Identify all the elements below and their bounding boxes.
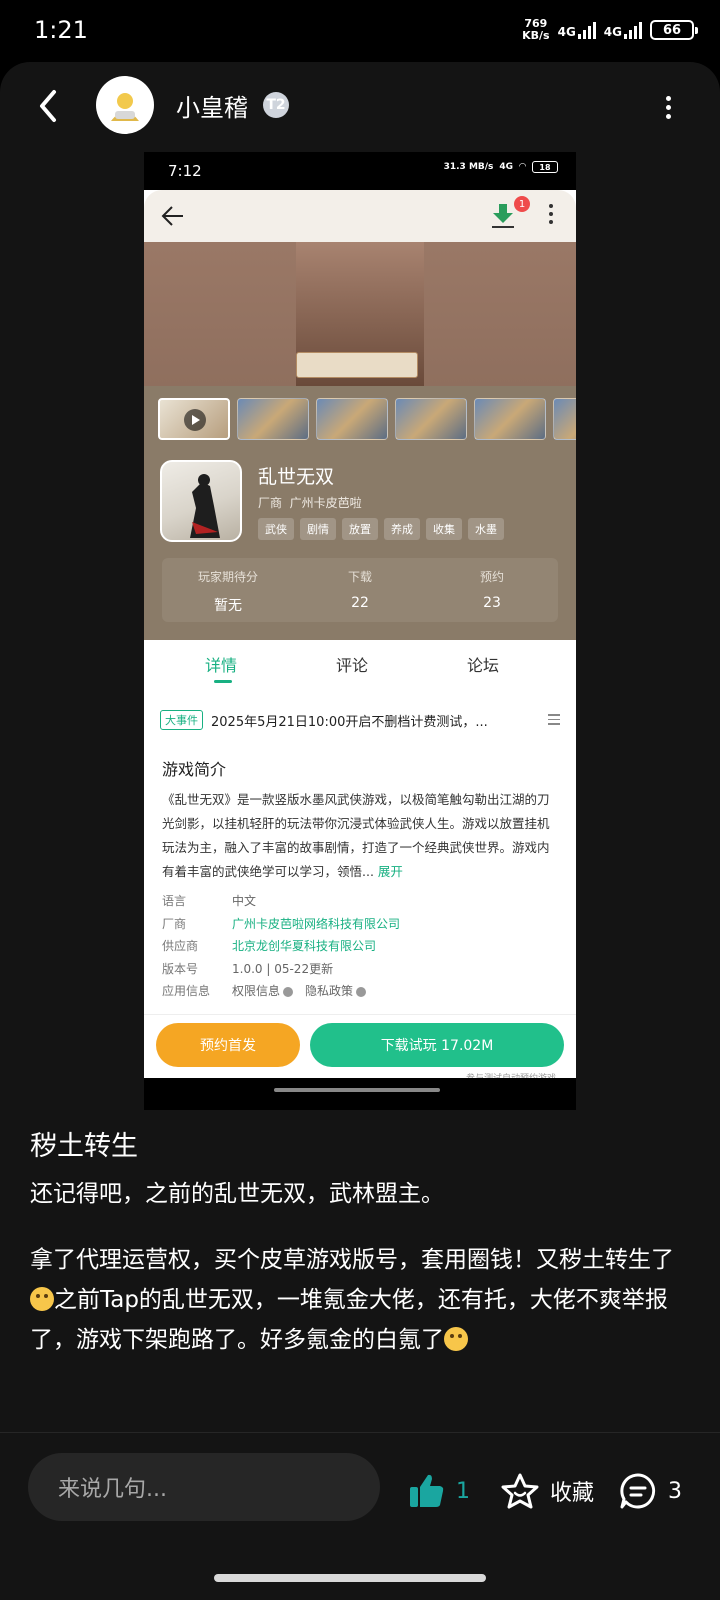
download-icon bbox=[492, 204, 514, 228]
stat-reservations: 预约 23 bbox=[479, 570, 504, 611]
detail-tabs: 详情 评论 论坛 bbox=[144, 640, 576, 690]
tag: 养成 bbox=[384, 518, 420, 540]
game-icon bbox=[160, 460, 242, 542]
wifi-icon: ◠ bbox=[519, 162, 526, 172]
image-app-body: 1 乱世无双 厂商 广州卡皮芭啦 武侠 剧情 放置 养成 收集 水墨 玩家期待分… bbox=[144, 190, 576, 1110]
thumbs-up-icon bbox=[410, 1474, 444, 1507]
post-title: 秽土转生 bbox=[30, 1131, 138, 1162]
game-hero: 乱世无双 厂商 广州卡皮芭啦 武侠 剧情 放置 养成 收集 水墨 玩家期待分 暂… bbox=[144, 386, 576, 640]
status-indicators: 769 KB/s 4G 4G 66 bbox=[522, 17, 698, 42]
image-status-bar: 7:12 31.3 MB/s 4G ◠ 18 bbox=[144, 152, 576, 190]
signal-1: 4G bbox=[558, 21, 596, 39]
chevron-right-icon bbox=[283, 986, 294, 997]
like-count: 1 bbox=[456, 1478, 470, 1504]
banner-dialog-graphic bbox=[296, 352, 418, 378]
tag: 放置 bbox=[342, 518, 378, 540]
comment-bubble-icon bbox=[620, 1473, 656, 1509]
level-badge: T2 bbox=[263, 92, 289, 118]
favorite-button[interactable]: 收藏 bbox=[500, 1471, 594, 1511]
event-banner: 大事件 2025年5月21日10:00开启不删档计费测试，... bbox=[160, 708, 560, 732]
tab-reviews: 评论 bbox=[336, 656, 369, 675]
event-tag: 大事件 bbox=[160, 710, 203, 730]
signal-bars-icon bbox=[577, 21, 596, 39]
intro-title: 游戏简介 bbox=[162, 760, 227, 779]
info-row: 语言 中文 bbox=[162, 894, 257, 908]
intro-text: 《乱世无双》是一款竖版水墨风武侠游戏，以极简笔触勾勒出江湖的刀光剑影，以挂机轻肝… bbox=[162, 792, 550, 879]
tab-details: 详情 bbox=[205, 656, 238, 675]
privacy-link: 隐私政策 bbox=[305, 980, 367, 1003]
reserve-button: 预约首发 bbox=[156, 1023, 300, 1067]
status-time: 1:21 bbox=[34, 16, 88, 44]
tag: 武侠 bbox=[258, 518, 294, 540]
network-speed: 769 KB/s bbox=[522, 17, 550, 42]
expand-link: 展开 bbox=[377, 864, 403, 879]
avatar-figure-icon bbox=[111, 93, 139, 121]
post-card: 小皇稽 T2 7:12 31.3 MB/s 4G ◠ 18 1 乱世无双 厂商 … bbox=[0, 62, 720, 1600]
game-developer: 厂商 广州卡皮芭啦 bbox=[258, 496, 362, 510]
back-arrow-icon[interactable] bbox=[34, 86, 64, 126]
thumbnail-video bbox=[158, 398, 230, 440]
comment-input[interactable]: 来说几句... bbox=[28, 1453, 380, 1521]
thumbnail bbox=[395, 398, 467, 440]
post-header: 小皇稽 T2 bbox=[0, 62, 720, 152]
favorite-label: 收藏 bbox=[550, 1481, 595, 1506]
dizzy-face-emoji-icon bbox=[30, 1287, 54, 1311]
post-paragraph-2: 拿了代理运营权，买个皮草游戏版号，套用圈钱！又秽土转生了之前Tap的乱世无双，一… bbox=[30, 1247, 674, 1353]
image-nav-bar bbox=[144, 1078, 576, 1110]
more-options-icon bbox=[549, 204, 553, 228]
tag: 水墨 bbox=[468, 518, 504, 540]
tab-forum: 论坛 bbox=[467, 656, 500, 675]
info-row: 供应商 北京龙创华夏科技有限公司 bbox=[162, 939, 377, 953]
signal-bars-icon bbox=[624, 21, 642, 39]
download-count-badge: 1 bbox=[514, 196, 530, 212]
info-row: 厂商 广州卡皮芭啦网络科技有限公司 bbox=[162, 916, 401, 931]
info-row: 应用信息 权限信息 隐私政策 bbox=[162, 980, 562, 1003]
more-options-icon[interactable] bbox=[664, 96, 672, 122]
stat-downloads: 下载 22 bbox=[347, 570, 372, 611]
like-button[interactable]: 1 bbox=[406, 1471, 470, 1511]
post-image-screenshot[interactable]: 7:12 31.3 MB/s 4G ◠ 18 1 乱世无双 厂商 广州卡皮芭啦 … bbox=[144, 152, 576, 1110]
stat-rating: 玩家期待分 暂无 bbox=[197, 570, 258, 614]
battery-icon: 18 bbox=[532, 161, 558, 173]
thumbnail bbox=[316, 398, 388, 440]
comment-button[interactable]: 3 bbox=[618, 1471, 682, 1511]
back-arrow-icon bbox=[161, 206, 183, 226]
game-tags: 武侠 剧情 放置 养成 收集 水墨 bbox=[258, 518, 504, 540]
signal-2: 4G bbox=[604, 21, 642, 39]
image-app-bar: 1 bbox=[144, 190, 576, 242]
avatar[interactable] bbox=[96, 76, 154, 134]
battery-icon: 66 bbox=[650, 20, 698, 40]
download-trial-button: 下载试玩 17.02M bbox=[310, 1023, 564, 1067]
home-indicator[interactable] bbox=[214, 1574, 486, 1582]
thumbnail bbox=[474, 398, 546, 440]
status-bar: 1:21 769 KB/s 4G 4G 66 bbox=[0, 0, 720, 62]
info-row: 版本号 1.0.0 | 05-22更新 bbox=[162, 961, 334, 976]
tag: 剧情 bbox=[300, 518, 336, 540]
screenshot-thumbnails bbox=[158, 398, 576, 440]
thumbnail bbox=[237, 398, 309, 440]
game-name: 乱世无双 bbox=[258, 466, 335, 488]
comment-count: 3 bbox=[668, 1478, 682, 1504]
event-text: 2025年5月21日10:00开启不删档计费测试，... bbox=[211, 714, 488, 730]
app-info: 语言 中文 厂商 广州卡皮芭啦网络科技有限公司 供应商 北京龙创华夏科技有限公司 版本… bbox=[162, 890, 562, 1003]
bottom-action-bar: 来说几句... 1 收藏 3 bbox=[0, 1432, 720, 1538]
permission-link: 权限信息 bbox=[232, 980, 294, 1003]
star-icon bbox=[501, 1473, 539, 1509]
play-icon bbox=[184, 409, 206, 431]
chevron-right-icon bbox=[356, 986, 367, 997]
active-tab-indicator bbox=[214, 680, 232, 683]
thumbnail bbox=[553, 398, 576, 440]
game-stats: 玩家期待分 暂无 下载 22 预约 23 bbox=[162, 558, 558, 622]
post-paragraph-1: 还记得吧，之前的乱世无双，武林盟主。 bbox=[30, 1181, 444, 1207]
smirk-emoji-icon bbox=[444, 1327, 468, 1351]
tag: 收集 bbox=[426, 518, 462, 540]
game-banner bbox=[144, 242, 576, 386]
list-icon bbox=[548, 714, 560, 728]
username[interactable]: 小皇稽 bbox=[176, 88, 248, 123]
